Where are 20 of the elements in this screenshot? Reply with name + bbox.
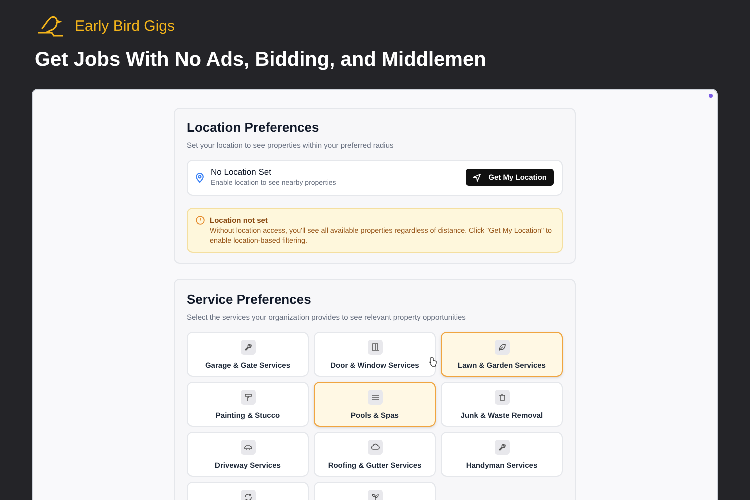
brand-name: Early Bird Gigs — [75, 16, 176, 37]
leaf-icon — [494, 340, 510, 355]
paint-roller-icon — [240, 390, 256, 405]
headline: Get Jobs With No Ads, Bidding, and Middlemen — [34, 48, 488, 73]
door-icon — [368, 340, 382, 355]
map-pin-icon — [196, 172, 204, 183]
sprout-icon — [368, 490, 382, 500]
card-title: Service Preferences — [187, 291, 312, 309]
status-title: No Location Set — [211, 166, 272, 179]
car-icon — [240, 440, 256, 455]
pointer-cursor-icon — [429, 357, 437, 367]
card-title: Location Preferences — [187, 119, 320, 137]
waves-icon — [368, 390, 382, 405]
wrench-icon — [240, 340, 256, 355]
navigation-arrow-icon — [472, 174, 481, 182]
refresh-icon — [240, 490, 256, 500]
cloud-icon — [368, 440, 382, 455]
warning-icon — [196, 216, 205, 225]
trash-icon — [494, 390, 510, 405]
wrench-icon — [494, 440, 510, 455]
